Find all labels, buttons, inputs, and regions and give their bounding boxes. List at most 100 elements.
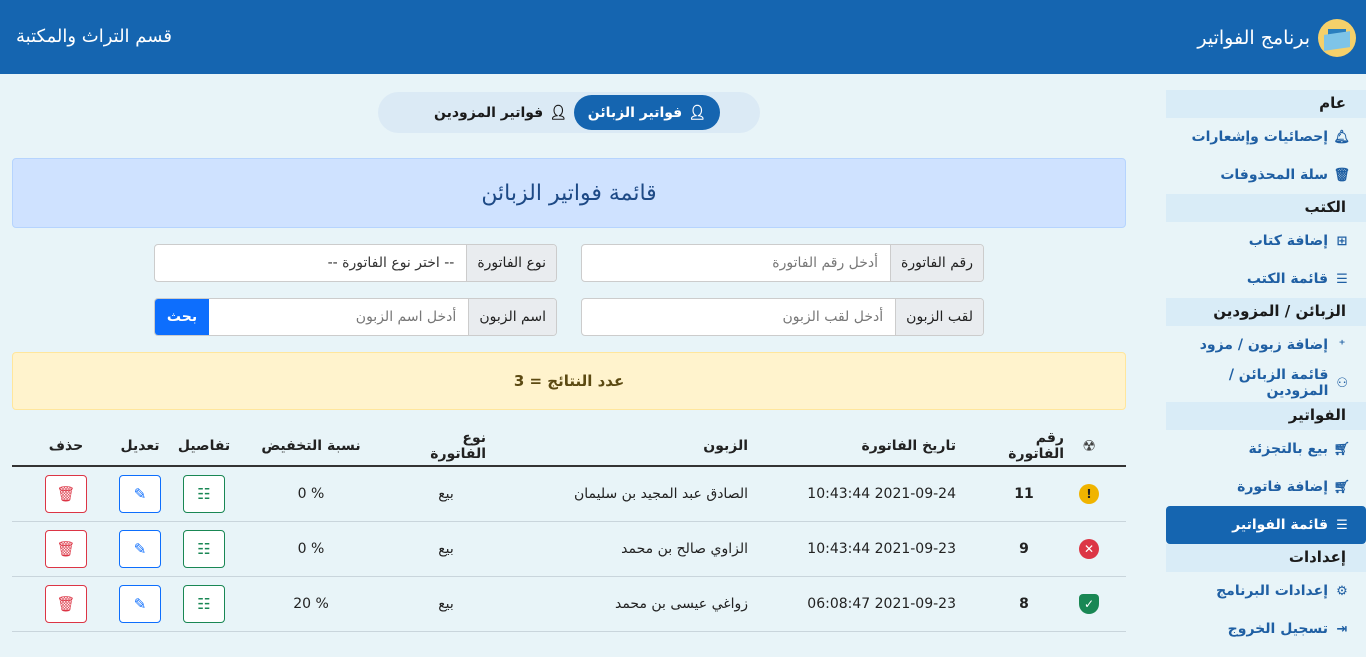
sidebar-section-title: الكتب	[1166, 194, 1366, 222]
results-count: عدد النتائج = 3	[12, 352, 1126, 410]
invoice-discount: % 20	[293, 596, 329, 612]
client-surname-input[interactable]: أدخل لقب الزبون	[582, 299, 895, 335]
status-cell: !	[1074, 467, 1104, 521]
tab-customer-invoices[interactable]: 👤︎ فواتير الزبائن	[573, 95, 720, 130]
tab-supplier-invoices[interactable]: 👤︎ فواتير المزودين	[420, 95, 581, 130]
sidebar-item[interactable]: ☰ قائمة الفواتير	[1166, 506, 1366, 544]
details-icon: ☷	[197, 485, 211, 503]
edit-button[interactable]: ✎	[119, 530, 161, 568]
sidebar-section-title: الفواتير	[1166, 402, 1366, 430]
edit-cell: ✎	[114, 577, 166, 631]
sidebar-item[interactable]: 🗑︎ سلة المحذوفات	[1166, 156, 1366, 194]
brand[interactable]: برنامج الفواتير	[1197, 18, 1356, 58]
invoice-client: زواغي عيسى بن محمد	[614, 596, 748, 612]
folder-plus-icon: ⊞	[1336, 233, 1348, 249]
bell-icon: 🔔︎	[1333, 129, 1350, 145]
sidebar-item[interactable]: ☰ قائمة الكتب	[1166, 260, 1366, 298]
sidebar-item-label: إضافة فاتورة	[1237, 479, 1328, 495]
sidebar-item[interactable]: ⇥ تسجيل الخروج	[1166, 610, 1366, 648]
tab-label: فواتير المزودين	[434, 104, 544, 121]
person-plus-icon: ⁺	[1338, 337, 1346, 353]
details-icon: ☷	[197, 540, 211, 558]
invoices-table: ☢ رقم الفاتورة تاريخ الفاتورة الزبون نوع…	[12, 426, 1126, 632]
sidebar-item-label: إعدادات البرنامج	[1216, 583, 1328, 599]
error-icon: ✕	[1079, 539, 1099, 559]
invoice-number-input[interactable]: أدخل رقم الفاتورة	[582, 245, 890, 281]
sidebar: عام 🔔︎ إحصائيات وإشعارات 🗑︎ سلة المحذوفات الك…	[1166, 90, 1366, 648]
invoice-type: بيع	[438, 541, 454, 557]
sidebar-item[interactable]: 🛒︎ إضافة فاتورة	[1166, 468, 1366, 506]
sidebar-section-title: الزبائن / المزودين	[1166, 298, 1366, 326]
delete-cell: 🗑︎	[36, 522, 96, 576]
status-cell: ✓	[1074, 577, 1104, 631]
status-column-icon: ☢	[1082, 436, 1096, 455]
trash-icon: 🗑︎	[56, 595, 76, 613]
invoice-client: الصادق عبد المجيد بن سليمان	[573, 486, 748, 502]
tab-label: فواتير الزبائن	[587, 104, 683, 121]
invoice-type: بيع	[438, 596, 454, 612]
table-row: ✓ 8 2021-09-23 06:08:47 زواغي عيسى بن محمد ب…	[12, 577, 1126, 632]
main-content: 👤︎ فواتير الزبائن 👤︎ فواتير المزودين قائ…	[12, 74, 1126, 657]
client-name-label: اسم الزبون	[468, 299, 556, 335]
sidebar-item-label: إحصائيات وإشعارات	[1191, 129, 1328, 145]
delete-button[interactable]: 🗑︎	[45, 530, 87, 568]
person-icon: 👤︎	[688, 104, 706, 121]
client-name-input[interactable]: أدخل اسم الزبون	[209, 299, 468, 335]
sidebar-item[interactable]: ⊞ إضافة كتاب	[1166, 222, 1366, 260]
logout-icon: ⇥	[1336, 621, 1348, 637]
invoice-number: 9	[1019, 541, 1029, 557]
invoice-type: بيع	[438, 486, 454, 502]
client-surname-field: لقب الزبون أدخل لقب الزبون	[581, 298, 984, 336]
details-button[interactable]: ☷	[183, 530, 225, 568]
list-icon: ☰	[1336, 271, 1348, 287]
invoice-discount: % 0	[297, 486, 325, 502]
details-cell: ☷	[178, 522, 230, 576]
shield-check-icon: ✓	[1079, 594, 1099, 614]
invoice-date: 2021-09-24 10:43:44	[807, 486, 956, 502]
list-icon: ☰	[1336, 517, 1348, 533]
trash-icon: 🗑︎	[1333, 167, 1350, 183]
header-date: تاريخ الفاتورة	[861, 437, 956, 454]
edit-cell: ✎	[114, 467, 166, 521]
status-cell: ✕	[1074, 522, 1104, 576]
invoice-number-field: رقم الفاتورة أدخل رقم الفاتورة	[581, 244, 984, 282]
invoice-date: 2021-09-23 10:43:44	[807, 541, 956, 557]
top-bar: برنامج الفواتير قسم التراث والمكتبة	[0, 0, 1366, 74]
sidebar-item-label: قائمة الكتب	[1246, 271, 1328, 287]
delete-button[interactable]: 🗑︎	[45, 585, 87, 623]
delete-cell: 🗑︎	[36, 467, 96, 521]
sidebar-item[interactable]: ⚙ إعدادات البرنامج	[1166, 572, 1366, 610]
sidebar-item-label: قائمة الفواتير	[1232, 517, 1328, 533]
invoice-date: 2021-09-23 06:08:47	[807, 596, 956, 612]
cart-plus-icon: 🛒︎	[1333, 479, 1350, 495]
search-button[interactable]: بحث	[155, 299, 209, 335]
edit-button[interactable]: ✎	[119, 475, 161, 513]
client-name-field: اسم الزبون أدخل اسم الزبون بحث	[154, 298, 557, 336]
details-button[interactable]: ☷	[183, 475, 225, 513]
pencil-icon: ✎	[133, 595, 147, 613]
details-button[interactable]: ☷	[183, 585, 225, 623]
edit-cell: ✎	[114, 522, 166, 576]
pencil-icon: ✎	[133, 485, 147, 503]
sidebar-item[interactable]: 🔔︎ إحصائيات وإشعارات	[1166, 118, 1366, 156]
delete-button[interactable]: 🗑︎	[45, 475, 87, 513]
department-title: قسم التراث والمكتبة	[16, 26, 172, 47]
pencil-icon: ✎	[133, 540, 147, 558]
sidebar-item[interactable]: ⁺ إضافة زبون / مزود	[1166, 326, 1366, 364]
invoice-client: الزاوي صالح بن محمد	[621, 541, 748, 557]
sidebar-item[interactable]: 🛒︎ بيع بالتجزئة	[1166, 430, 1366, 468]
delete-cell: 🗑︎	[36, 577, 96, 631]
cart-icon: 🛒︎	[1333, 441, 1350, 457]
sidebar-item-label: قائمة الزبائن / المزودين	[1228, 367, 1329, 399]
sidebar-item[interactable]: ⚇ قائمة الزبائن / المزودين	[1166, 364, 1366, 402]
invoice-type-field: نوع الفاتورة -- اختر نوع الفاتورة --	[154, 244, 557, 282]
invoice-type-select[interactable]: -- اختر نوع الفاتورة --	[155, 245, 466, 281]
edit-button[interactable]: ✎	[119, 585, 161, 623]
supplier-person-icon: 👤︎	[549, 104, 567, 121]
header-discount: نسبة التخفيض	[261, 437, 361, 454]
table-body: ! 11 2021-09-24 10:43:44 الصادق عبد المجيد …	[12, 467, 1126, 632]
header-type: نوع الفاتورة	[430, 429, 486, 462]
trash-icon: 🗑︎	[56, 540, 76, 558]
client-surname-label: لقب الزبون	[895, 299, 983, 335]
invoice-tabs: 👤︎ فواتير الزبائن 👤︎ فواتير المزودين	[378, 92, 760, 133]
